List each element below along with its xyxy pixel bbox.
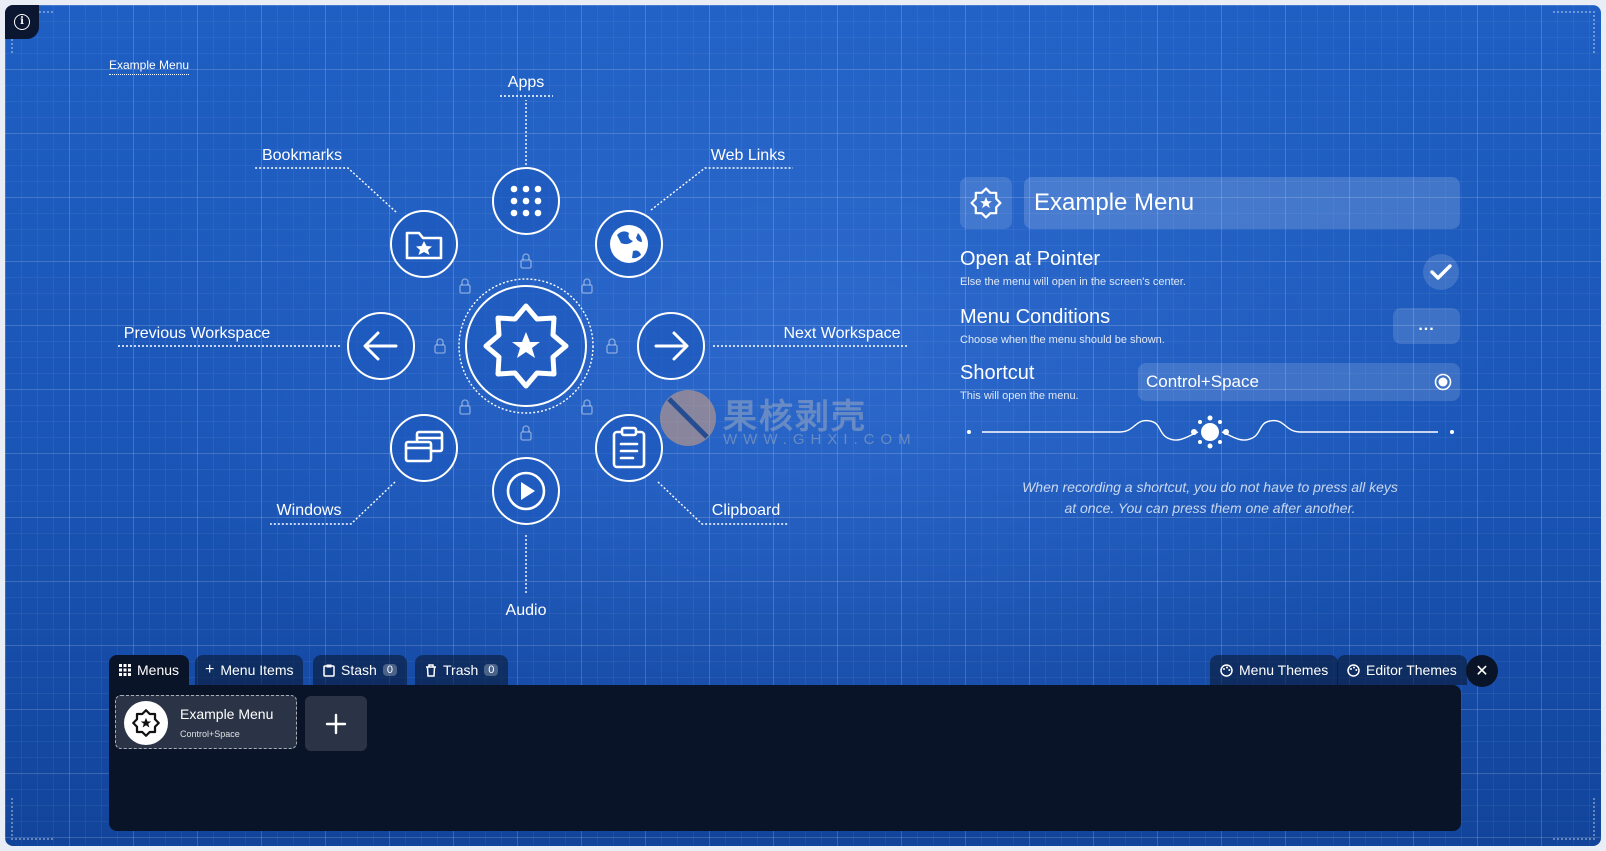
- menu-card-shortcut: Control+Space: [180, 729, 240, 739]
- trash-count-badge: 0: [484, 664, 499, 676]
- tab-stash[interactable]: Stash 0: [313, 655, 407, 685]
- menu-conditions-title: Menu Conditions: [960, 306, 1111, 328]
- corner-ornament: [1553, 11, 1595, 53]
- label-next-workspace: Next Workspace: [783, 325, 901, 342]
- tab-menu-themes-label: Menu Themes: [1239, 662, 1329, 678]
- menu-item-bookmarks[interactable]: [390, 210, 458, 278]
- globe-icon: [610, 225, 648, 263]
- grid-icon: [119, 664, 131, 676]
- watermark: 果核剥壳 WWW.GHXI.COM: [657, 387, 917, 457]
- open-at-pointer-desc: Else the menu will open in the screen's …: [960, 276, 1186, 288]
- plus-icon: +: [205, 661, 215, 678]
- tab-menus[interactable]: Menus: [109, 655, 190, 685]
- watermark-logo-icon: [660, 390, 716, 446]
- trash-icon: [426, 663, 436, 677]
- tab-editor-themes-label: Editor Themes: [1366, 662, 1457, 678]
- menu-item-audio[interactable]: [492, 457, 560, 525]
- shortcut-desc: This will open the menu.: [960, 390, 1079, 402]
- menu-item-previous-workspace[interactable]: [347, 312, 415, 380]
- editor-canvas: i Example Menu Apps Web Links Next Works…: [5, 5, 1601, 846]
- shortcut-input[interactable]: Control+Space: [1138, 363, 1460, 401]
- label-bookmarks: Bookmarks: [261, 147, 343, 164]
- close-button[interactable]: ✕: [1466, 655, 1498, 687]
- menu-item-clipboard[interactable]: [595, 414, 663, 482]
- tab-trash[interactable]: Trash 0: [415, 655, 509, 685]
- tab-editor-themes[interactable]: Editor Themes: [1337, 655, 1467, 685]
- menu-card-name: Example Menu: [180, 706, 274, 722]
- menus-tray: Example Menu Control+Space: [109, 685, 1461, 831]
- watermark-url: WWW.GHXI.COM: [723, 431, 917, 448]
- tab-menu-items[interactable]: + Menu Items: [195, 655, 304, 685]
- clipboard-icon: [323, 664, 335, 677]
- shortcut-title: Shortcut: [960, 362, 1035, 384]
- checkmark-icon: [1430, 264, 1452, 280]
- label-windows: Windows: [276, 502, 342, 519]
- menu-item-apps[interactable]: [492, 167, 560, 235]
- star-badge-icon: [970, 187, 1002, 219]
- menu-item-windows[interactable]: [390, 414, 458, 482]
- star-badge-icon: [132, 709, 160, 737]
- stash-count-badge: 0: [382, 664, 397, 676]
- plus-icon: [325, 713, 347, 734]
- label-apps: Apps: [507, 74, 545, 91]
- menu-icon-picker[interactable]: [960, 177, 1012, 229]
- label-previous-workspace: Previous Workspace: [123, 325, 271, 342]
- menu-card[interactable]: Example Menu Control+Space: [115, 695, 297, 749]
- tab-menu-items-label: Menu Items: [220, 662, 294, 678]
- center-item[interactable]: [458, 278, 594, 414]
- record-icon[interactable]: [1434, 373, 1452, 391]
- hint-line-2: at once. You can press them one after an…: [1064, 500, 1356, 516]
- corner-ornament: [1553, 798, 1595, 840]
- label-clipboard: Clipboard: [711, 502, 781, 519]
- add-menu-button[interactable]: [305, 696, 367, 751]
- tab-menu-themes[interactable]: Menu Themes: [1210, 655, 1339, 685]
- menu-item-web-links[interactable]: [595, 210, 663, 278]
- hint-line-1: When recording a shortcut, you do not ha…: [1022, 479, 1398, 495]
- menu-conditions-button[interactable]: ...: [1393, 308, 1460, 344]
- apps-grid-icon: [510, 185, 542, 217]
- palette-icon: [1220, 663, 1233, 677]
- close-icon: ✕: [1475, 663, 1489, 680]
- menu-conditions-desc: Choose when the menu should be shown.: [960, 334, 1165, 346]
- menu-name-input[interactable]: [1024, 177, 1460, 229]
- tab-stash-label: Stash: [341, 662, 377, 678]
- palette-icon: [1347, 663, 1360, 677]
- shortcut-hint: When recording a shortcut, you do not ha…: [980, 477, 1440, 519]
- corner-ornament: [11, 798, 53, 840]
- open-at-pointer-title: Open at Pointer: [960, 248, 1101, 270]
- menu-item-next-workspace[interactable]: [637, 312, 705, 380]
- label-audio: Audio: [505, 602, 547, 619]
- shortcut-value: Control+Space: [1146, 372, 1259, 391]
- open-at-pointer-checkbox[interactable]: [1423, 254, 1459, 290]
- menu-card-avatar: [124, 701, 168, 745]
- tab-trash-label: Trash: [443, 662, 479, 678]
- label-web-links: Web Links: [710, 147, 786, 164]
- ornament-divider: [967, 415, 1454, 449]
- tab-menus-label: Menus: [137, 662, 180, 678]
